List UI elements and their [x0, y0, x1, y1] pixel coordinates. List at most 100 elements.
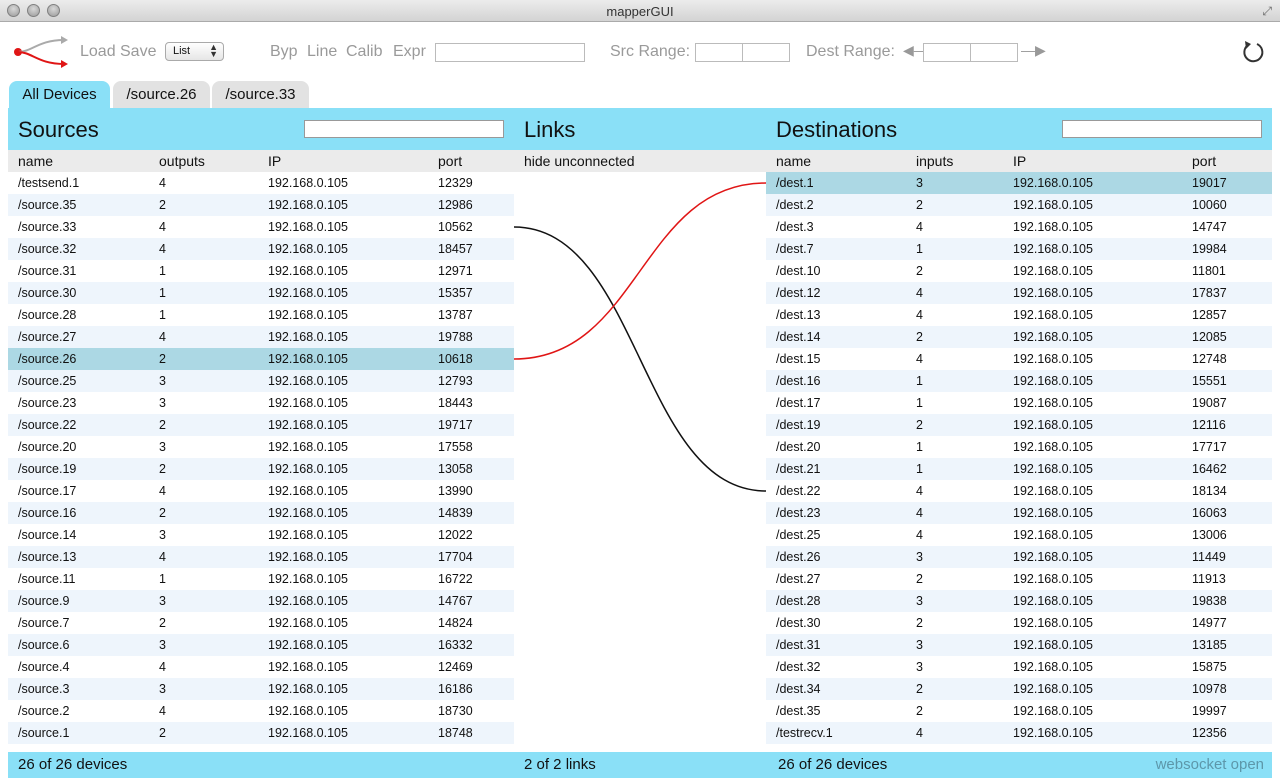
table-row[interactable]: /source.28 1 192.168.0.105 13787	[8, 304, 514, 326]
table-row[interactable]: /dest.27 2 192.168.0.105 11913	[766, 568, 1272, 590]
linear-mode-button[interactable]: Line	[307, 43, 337, 61]
links-canvas[interactable]	[514, 172, 766, 752]
table-row[interactable]: /dest.23 4 192.168.0.105 16063	[766, 502, 1272, 524]
table-row[interactable]: /dest.19 2 192.168.0.105 12116	[766, 414, 1272, 436]
table-row[interactable]: /source.13 4 192.168.0.105 17704	[8, 546, 514, 568]
cell-count: 2	[159, 726, 166, 740]
arrow-right-icon[interactable]: —▶	[1021, 42, 1046, 59]
column-header-port[interactable]: port	[438, 153, 462, 169]
table-row[interactable]: /source.26 2 192.168.0.105 10618	[8, 348, 514, 370]
table-row[interactable]: /dest.20 1 192.168.0.105 17717	[766, 436, 1272, 458]
table-row[interactable]: /dest.34 2 192.168.0.105 10978	[766, 678, 1272, 700]
destinations-filter-input[interactable]	[1062, 120, 1262, 138]
cell-ip: 192.168.0.105	[1013, 220, 1093, 234]
save-button[interactable]: Save	[120, 43, 156, 61]
table-row[interactable]: /testrecv.1 4 192.168.0.105 12356	[766, 722, 1272, 744]
table-row[interactable]: /dest.7 1 192.168.0.105 19984	[766, 238, 1272, 260]
table-row[interactable]: /source.3 3 192.168.0.105 16186	[8, 678, 514, 700]
expression-input[interactable]	[435, 43, 585, 62]
table-row[interactable]: /source.30 1 192.168.0.105 15357	[8, 282, 514, 304]
table-row[interactable]: /source.31 1 192.168.0.105 12971	[8, 260, 514, 282]
sources-filter-input[interactable]	[304, 120, 504, 138]
table-row[interactable]: /dest.35 2 192.168.0.105 19997	[766, 700, 1272, 722]
table-row[interactable]: /source.2 4 192.168.0.105 18730	[8, 700, 514, 722]
hide-unconnected-toggle[interactable]: hide unconnected	[524, 153, 635, 169]
table-row[interactable]: /source.17 4 192.168.0.105 13990	[8, 480, 514, 502]
table-row[interactable]: /source.16 2 192.168.0.105 14839	[8, 502, 514, 524]
cell-port: 18443	[438, 396, 473, 410]
src-range-max-input[interactable]	[742, 43, 790, 62]
column-header-inputs[interactable]: inputs	[916, 153, 953, 169]
cell-name: /dest.21	[776, 462, 821, 476]
calibrate-mode-button[interactable]: Calib	[346, 43, 382, 61]
table-row[interactable]: /source.32 4 192.168.0.105 18457	[8, 238, 514, 260]
cell-port: 12986	[438, 198, 473, 212]
column-header-ip[interactable]: IP	[268, 153, 281, 169]
table-row[interactable]: /dest.16 1 192.168.0.105 15551	[766, 370, 1272, 392]
table-row[interactable]: /dest.2 2 192.168.0.105 10060	[766, 194, 1272, 216]
table-row[interactable]: /dest.25 4 192.168.0.105 13006	[766, 524, 1272, 546]
cell-count: 4	[916, 726, 923, 740]
cell-port: 12971	[438, 264, 473, 278]
table-row[interactable]: /source.7 2 192.168.0.105 14824	[8, 612, 514, 634]
table-row[interactable]: /dest.17 1 192.168.0.105 19087	[766, 392, 1272, 414]
table-row[interactable]: /dest.28 3 192.168.0.105 19838	[766, 590, 1272, 612]
cell-port: 16462	[1192, 462, 1227, 476]
src-range-min-input[interactable]	[695, 43, 743, 62]
table-row[interactable]: /source.4 4 192.168.0.105 12469	[8, 656, 514, 678]
tab-source-26[interactable]: /source.26	[113, 81, 210, 108]
column-header-ip[interactable]: IP	[1013, 153, 1026, 169]
tab-all-devices[interactable]: All Devices	[9, 81, 110, 108]
table-row[interactable]: /dest.15 4 192.168.0.105 12748	[766, 348, 1272, 370]
table-row[interactable]: /dest.30 2 192.168.0.105 14977	[766, 612, 1272, 634]
table-row[interactable]: /dest.1 3 192.168.0.105 19017	[766, 172, 1272, 194]
cell-ip: 192.168.0.105	[1013, 660, 1093, 674]
load-button[interactable]: Load	[80, 43, 116, 61]
table-row[interactable]: /source.20 3 192.168.0.105 17558	[8, 436, 514, 458]
cell-ip: 192.168.0.105	[268, 682, 348, 696]
table-row[interactable]: /source.1 2 192.168.0.105 18748	[8, 722, 514, 744]
table-row[interactable]: /source.6 3 192.168.0.105 16332	[8, 634, 514, 656]
view-mode-select[interactable]: List ▲ ▼	[165, 42, 224, 61]
table-row[interactable]: /dest.21 1 192.168.0.105 16462	[766, 458, 1272, 480]
table-row[interactable]: /source.14 3 192.168.0.105 12022	[8, 524, 514, 546]
table-row[interactable]: /dest.10 2 192.168.0.105 11801	[766, 260, 1272, 282]
expression-mode-button[interactable]: Expr	[393, 43, 426, 61]
dest-range-min-input[interactable]	[923, 43, 971, 62]
dest-range-max-input[interactable]	[970, 43, 1018, 62]
table-row[interactable]: /source.33 4 192.168.0.105 10562	[8, 216, 514, 238]
table-row[interactable]: /dest.13 4 192.168.0.105 12857	[766, 304, 1272, 326]
table-row[interactable]: /source.19 2 192.168.0.105 13058	[8, 458, 514, 480]
cell-ip: 192.168.0.105	[268, 638, 348, 652]
table-row[interactable]: /dest.32 3 192.168.0.105 15875	[766, 656, 1272, 678]
table-row[interactable]: /source.27 4 192.168.0.105 19788	[8, 326, 514, 348]
tab-source-33[interactable]: /source.33	[212, 81, 309, 108]
link-curve-1[interactable]	[514, 182, 766, 360]
column-header-name[interactable]: name	[776, 153, 811, 169]
table-row[interactable]: /dest.31 3 192.168.0.105 13185	[766, 634, 1272, 656]
table-row[interactable]: /source.23 3 192.168.0.105 18443	[8, 392, 514, 414]
table-row[interactable]: /dest.14 2 192.168.0.105 12085	[766, 326, 1272, 348]
table-row[interactable]: /source.11 1 192.168.0.105 16722	[8, 568, 514, 590]
column-header-port[interactable]: port	[1192, 153, 1216, 169]
fullscreen-icon[interactable]: ⤢	[1262, 4, 1272, 19]
cell-count: 2	[159, 506, 166, 520]
cell-ip: 192.168.0.105	[268, 418, 348, 432]
table-row[interactable]: /dest.3 4 192.168.0.105 14747	[766, 216, 1272, 238]
column-header-name[interactable]: name	[18, 153, 53, 169]
cell-count: 2	[159, 418, 166, 432]
table-row[interactable]: /dest.12 4 192.168.0.105 17837	[766, 282, 1272, 304]
link-curve-0[interactable]	[514, 226, 766, 492]
table-row[interactable]: /source.35 2 192.168.0.105 12986	[8, 194, 514, 216]
refresh-icon[interactable]	[1241, 39, 1265, 65]
table-row[interactable]: /source.9 3 192.168.0.105 14767	[8, 590, 514, 612]
bypass-mode-button[interactable]: Byp	[270, 43, 298, 61]
table-row[interactable]: /dest.22 4 192.168.0.105 18134	[766, 480, 1272, 502]
table-row[interactable]: /source.25 3 192.168.0.105 12793	[8, 370, 514, 392]
table-row[interactable]: /testsend.1 4 192.168.0.105 12329	[8, 172, 514, 194]
column-header-outputs[interactable]: outputs	[159, 153, 205, 169]
cell-ip: 192.168.0.105	[1013, 638, 1093, 652]
cell-port: 12748	[1192, 352, 1227, 366]
table-row[interactable]: /dest.26 3 192.168.0.105 11449	[766, 546, 1272, 568]
table-row[interactable]: /source.22 2 192.168.0.105 19717	[8, 414, 514, 436]
